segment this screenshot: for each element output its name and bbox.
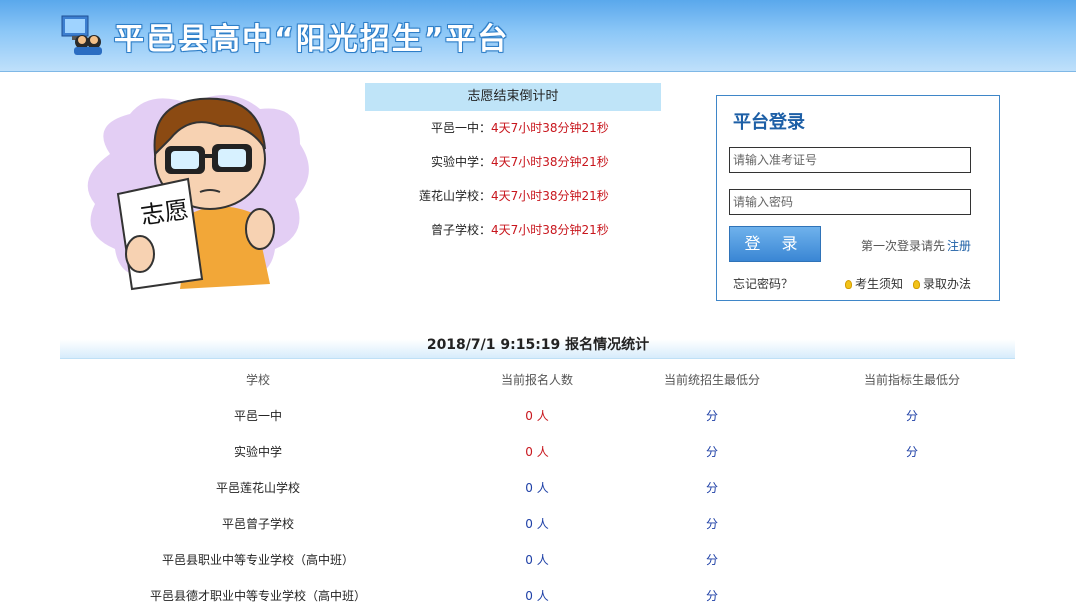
header-count: 当前报名人数 <box>500 373 574 387</box>
cell-count: 0 人 <box>525 409 549 423</box>
cell-unified-min: 分 <box>705 589 719 603</box>
admission-link-label: 录取办法 <box>923 277 972 291</box>
register-link[interactable]: 注册 <box>947 239 971 253</box>
cell-unified-min: 分 <box>705 481 719 495</box>
cell-school: 实验中学 <box>233 445 283 459</box>
notice-link[interactable]: 考生须知 <box>845 275 903 292</box>
countdown-time: 4天7小时38分钟21秒 <box>491 121 609 135</box>
site-header: 平邑县高中“阳光招生”平台 <box>0 0 1076 72</box>
countdown-school: 平邑一中： <box>430 121 491 135</box>
cell-count: 0 人 <box>525 517 549 531</box>
cell-count: 0 人 <box>525 481 549 495</box>
login-title: 平台登录 <box>733 112 805 133</box>
cell-school: 平邑县德才职业中等专业学校（高中班） <box>149 589 367 603</box>
cell-count: 0 人 <box>525 553 549 567</box>
login-panel: 平台登录 登 录 第一次登录请先注册 忘记密码？ 考生须知 录取办法 <box>716 95 1000 301</box>
exam-id-input[interactable] <box>729 147 971 173</box>
countdown-time: 4天7小时38分钟21秒 <box>491 155 609 169</box>
first-login-hint: 第一次登录请先 注册 <box>861 237 971 254</box>
cell-school: 平邑一中 <box>233 409 283 423</box>
login-button[interactable]: 登 录 <box>729 226 821 262</box>
header-unified-min: 当前统招生最低分 <box>663 373 761 387</box>
first-login-text: 第一次登录请先 <box>861 239 946 253</box>
cell-unified-min: 分 <box>705 517 719 531</box>
cell-unified-min: 分 <box>705 445 719 459</box>
bulb-icon <box>913 280 920 289</box>
countdown-school: 莲花山学校： <box>418 189 491 203</box>
cell-count: 0 人 <box>525 589 549 603</box>
header-school: 学校 <box>245 373 271 387</box>
cell-school: 平邑曾子学校 <box>221 517 295 531</box>
bulb-icon <box>845 280 852 289</box>
countdown-panel: 志愿结束倒计时 平邑一中： 4天7小时38分钟21秒 实验中学： 4天7小时38… <box>365 83 661 247</box>
stats-title: 2018/7/1 9:15:19 报名情况统计 <box>426 337 650 353</box>
admission-link[interactable]: 录取办法 <box>913 275 971 292</box>
cell-unified-min: 分 <box>705 553 719 567</box>
countdown-school: 曾子学校： <box>430 223 491 237</box>
student-illustration: 志愿 <box>87 95 309 291</box>
cell-school: 平邑莲花山学校 <box>215 481 301 495</box>
countdown-row: 平邑一中： 4天7小时38分钟21秒 <box>365 111 661 145</box>
cell-school: 平邑县职业中等专业学校（高中班） <box>161 553 355 567</box>
countdown-time: 4天7小时38分钟21秒 <box>491 189 609 203</box>
cell-quota-min: 分 <box>905 409 919 423</box>
countdown-time: 4天7小时38分钟21秒 <box>491 223 609 237</box>
header-quota-min: 当前指标生最低分 <box>863 373 961 387</box>
countdown-school: 实验中学： <box>430 155 491 169</box>
cell-unified-min: 分 <box>705 409 719 423</box>
notice-link-label: 考生须知 <box>855 277 904 291</box>
countdown-row: 莲花山学校： 4天7小时38分钟21秒 <box>365 179 661 213</box>
countdown-row: 曾子学校： 4天7小时38分钟21秒 <box>365 213 661 247</box>
forgot-password-link[interactable]: 忘记密码？ <box>733 275 793 292</box>
cell-quota-min: 分 <box>905 445 919 459</box>
countdown-title: 志愿结束倒计时 <box>365 83 661 111</box>
cell-count: 0 人 <box>525 445 549 459</box>
password-input[interactable] <box>729 189 971 215</box>
logo-icon <box>61 15 102 55</box>
site-title: 平邑县高中“阳光招生”平台 <box>114 22 510 57</box>
countdown-row: 实验中学： 4天7小时38分钟21秒 <box>365 145 661 179</box>
